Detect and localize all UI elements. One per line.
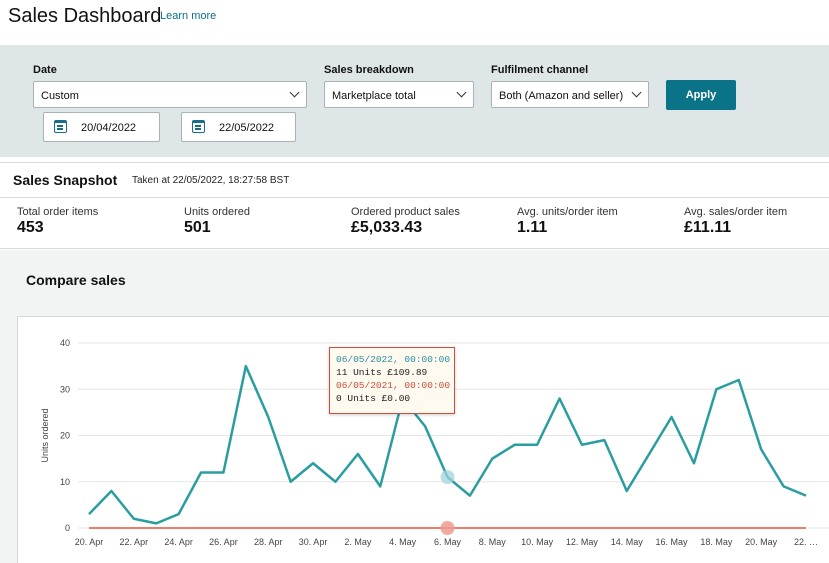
metric-label: Avg. sales/order item <box>684 206 788 218</box>
x-tick-label: 6. May <box>434 537 462 547</box>
x-tick-label: 20. Apr <box>75 537 104 547</box>
chevron-down-icon <box>456 87 467 98</box>
section-divider <box>0 248 829 249</box>
snapshot-title: Sales Snapshot <box>13 172 118 188</box>
page-title: Sales Dashboard <box>8 5 162 27</box>
x-tick-label: 22. … <box>794 537 818 547</box>
x-tick-label: 24. Apr <box>164 537 193 547</box>
x-tick-label: 16. May <box>656 537 689 547</box>
tooltip-current-date: 06/05/2022, 00:00:00 <box>336 354 451 365</box>
y-tick-label: 40 <box>60 338 70 348</box>
date-range-select[interactable]: Custom <box>33 81 307 108</box>
fulfilment-channel-label: Fulfilment channel <box>491 64 589 76</box>
x-tick-label: 22. Apr <box>120 537 149 547</box>
x-tick-label: 30. Apr <box>299 537 328 547</box>
tooltip-previous-value: 0 Units £0.00 <box>336 393 411 404</box>
y-tick-label: 0 <box>65 523 70 533</box>
x-tick-label: 18. May <box>700 537 733 547</box>
chevron-down-icon <box>289 87 300 98</box>
metric-value: 501 <box>184 219 211 236</box>
compare-sales-title: Compare sales <box>26 272 126 288</box>
sales-breakdown-value: Marketplace total <box>332 90 416 102</box>
end-date-value: 22/05/2022 <box>219 122 275 134</box>
filter-panel: Date Custom 20/04/2022 22/05/2022 Sales … <box>0 45 829 157</box>
end-date-field[interactable]: 22/05/2022 <box>181 112 296 142</box>
tooltip-current-value: 11 Units £109.89 <box>336 367 428 378</box>
sales-breakdown-label: Sales breakdown <box>324 64 414 76</box>
tooltip-previous-date: 06/05/2021, 00:00:00 <box>336 380 451 391</box>
sales-dashboard-page: Sales Dashboard Learn more Date Custom 2… <box>0 0 829 563</box>
metric-label: Total order items <box>17 206 99 218</box>
metric-avg-sales-per-order-item: Avg. sales/order item £11.11 <box>684 206 787 237</box>
x-tick-label: 2. May <box>344 537 372 547</box>
y-tick-label: 30 <box>60 384 70 394</box>
x-tick-label: 8. May <box>479 537 507 547</box>
calendar-icon[interactable] <box>192 120 205 133</box>
metric-ordered-product-sales: Ordered product sales £5,033.43 <box>351 206 460 237</box>
x-tick-label: 14. May <box>611 537 644 547</box>
x-tick-label: 20. May <box>745 537 778 547</box>
highlight-point-current <box>440 470 455 485</box>
header: Sales Dashboard Learn more <box>0 0 829 45</box>
highlight-point-previous <box>440 521 455 535</box>
date-range-value: Custom <box>41 90 79 102</box>
metric-value: 1.11 <box>517 219 548 236</box>
metric-label: Units ordered <box>184 206 251 218</box>
metric-avg-units-per-order-item: Avg. units/order item 1.11 <box>517 206 618 237</box>
metric-value: £11.11 <box>684 219 732 236</box>
learn-more-link[interactable]: Learn more <box>160 10 216 22</box>
metric-value: 453 <box>17 219 44 236</box>
fulfilment-channel-value: Both (Amazon and seller) <box>499 90 624 102</box>
apply-button[interactable]: Apply <box>666 80 736 110</box>
start-date-field[interactable]: 20/04/2022 <box>43 112 160 142</box>
metric-units-ordered: Units ordered 501 <box>184 206 250 237</box>
y-axis-label: Units ordered <box>40 408 50 462</box>
x-tick-label: 12. May <box>566 537 599 547</box>
fulfilment-channel-select[interactable]: Both (Amazon and seller) <box>491 81 649 108</box>
y-tick-label: 20 <box>60 431 70 441</box>
metric-label: Avg. units/order item <box>517 206 618 218</box>
sales-snapshot-header: Sales Snapshot Taken at 22/05/2022, 18:2… <box>0 162 829 198</box>
sales-breakdown-select[interactable]: Marketplace total <box>324 81 474 108</box>
x-tick-label: 10. May <box>521 537 554 547</box>
date-label: Date <box>33 64 57 76</box>
start-date-value: 20/04/2022 <box>81 122 137 134</box>
x-tick-label: 4. May <box>389 537 417 547</box>
x-tick-label: 26. Apr <box>209 537 238 547</box>
metric-value: £5,033.43 <box>351 219 423 236</box>
metric-label: Ordered product sales <box>351 206 460 218</box>
chevron-down-icon <box>631 87 642 98</box>
x-tick-label: 28. Apr <box>254 537 283 547</box>
chart-tooltip: 06/05/2022, 00:00:00 11 Units £109.89 06… <box>329 347 455 414</box>
metric-total-order-items: Total order items 453 <box>17 206 98 237</box>
calendar-icon[interactable] <box>54 120 67 133</box>
y-tick-label: 10 <box>60 477 70 487</box>
snapshot-timestamp: Taken at 22/05/2022, 18:27:58 BST <box>132 175 290 186</box>
